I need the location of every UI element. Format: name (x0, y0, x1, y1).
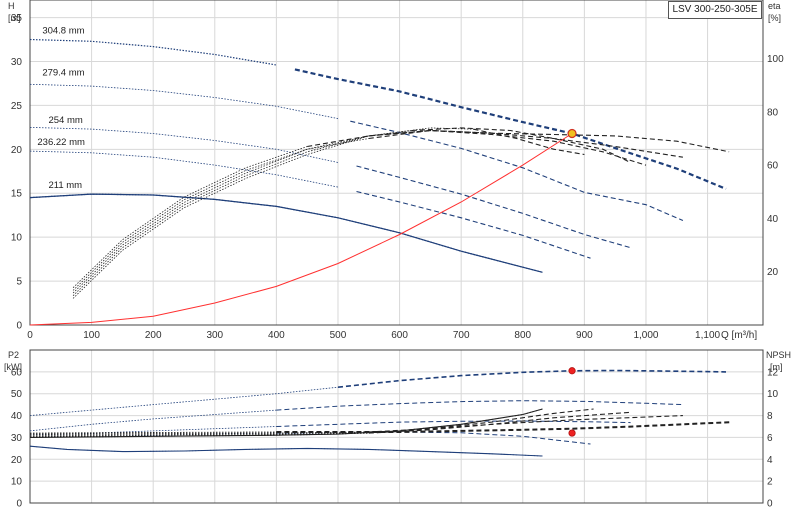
npsh-tick-label: 10 (767, 389, 779, 400)
power-y-tick-label: 50 (11, 389, 23, 400)
x-tick-label: 600 (391, 330, 408, 341)
npsh-axis-title: NPSH (766, 350, 791, 360)
x-tick-label: 400 (268, 330, 285, 341)
x-tick-label: 1,100 (695, 330, 720, 341)
head-curve-line (29, 193, 543, 273)
eta-curve-dashed-line (411, 127, 631, 163)
head-y-axis-title: H (8, 1, 15, 11)
eta-curve-line (72, 146, 308, 288)
npsh-tick-label: 4 (767, 455, 773, 466)
panel-frames (29, 0, 764, 504)
eta-curve-line (72, 127, 474, 299)
x-tick-label: 1,000 (633, 330, 658, 341)
head-curve-dashed-line (294, 68, 727, 190)
system-curve (29, 133, 573, 326)
power-curve-dashed-line (337, 369, 727, 388)
eta-tick-label: 80 (767, 107, 779, 118)
power-curve-line (29, 386, 339, 416)
power-curve-dashed-line (276, 400, 683, 411)
head-panel-frame (29, 0, 764, 326)
power-npsh-curves (29, 367, 733, 457)
head-curve-label: 254 mm (48, 115, 82, 126)
head-y-tick-label: 5 (16, 277, 22, 288)
x-tick-label: 0 (27, 330, 33, 341)
head-y-tick-label: 30 (11, 57, 23, 68)
power-curve-211-solid (29, 445, 543, 457)
power-y-axis-unit: [kW] (4, 362, 22, 372)
npsh-curve-line (29, 431, 277, 434)
x-tick-label: 800 (514, 330, 531, 341)
eta-tick-label: 100 (767, 54, 784, 65)
head-curve-line (29, 83, 339, 119)
head-curve-label: 304.8 mm (42, 25, 84, 36)
eta-curve-dashed-line (307, 129, 730, 153)
power-y-tick-label: 40 (11, 411, 23, 422)
duty-point-marker (567, 128, 577, 139)
eta-curve-line (72, 138, 369, 291)
head-curve-label: 211 mm (48, 180, 82, 191)
pump-performance-chart: 0 100 200 300 400 500 600 700 800 900 1,000 1,10005… (4, 0, 791, 510)
npsh-tick-label: 0 (767, 499, 773, 510)
head-y-tick-label: 0 (16, 321, 22, 332)
x-tick-label: 200 (145, 330, 162, 341)
npsh-duty-point (568, 429, 576, 437)
eta-axis-title: eta (768, 1, 781, 11)
eta-axis-unit: [%] (768, 13, 781, 23)
head-curves (29, 38, 730, 326)
head-y-tick-label: 25 (11, 101, 23, 112)
head-y-tick-label: 10 (11, 233, 23, 244)
pump-model-label: LSV 300-250-305E (668, 1, 762, 19)
eta-tick-label: 60 (767, 161, 779, 172)
power-y-tick-label: 0 (16, 499, 22, 510)
x-axis-label: Q [m³/h] (721, 330, 757, 341)
head-curve-dashed-line (356, 190, 591, 259)
head-curve-label: 236.22 mm (37, 137, 85, 148)
head-curve-dashed-line (350, 120, 684, 222)
power-duty-point (568, 367, 576, 375)
x-tick-label: 700 (453, 330, 470, 341)
power-curve-dashed-line (276, 431, 591, 445)
head-y-tick-label: 20 (11, 145, 23, 156)
head-y-tick-label: 15 (11, 189, 23, 200)
eta-curve-dashed-line (368, 129, 683, 158)
power-y-axis-title: P2 (8, 350, 19, 360)
power-y-tick-label: 20 (11, 455, 23, 466)
x-tick-label: 900 (576, 330, 593, 341)
npsh-tick-label: 2 (767, 477, 773, 488)
head-curve-211-solid (29, 193, 543, 273)
head-y-axis-unit: [m] (8, 13, 21, 23)
x-tick-label: 300 (206, 330, 223, 341)
npsh-tick-label: 8 (767, 411, 773, 422)
head-grid (29, 0, 763, 326)
x-tick-label: 500 (330, 330, 347, 341)
head-curve-label: 279.4 mm (42, 68, 84, 79)
x-tick-label: 100 (83, 330, 100, 341)
eta-tick-label: 40 (767, 214, 779, 225)
npsh-axis-unit: [m] (770, 362, 783, 372)
eta-tick-label: 20 (767, 267, 779, 278)
power-y-tick-label: 10 (11, 477, 23, 488)
npsh-tick-label: 6 (767, 433, 773, 444)
curve-labels: 304.8 mm 279.4 mm 254 mm 236.22 mm 211 mm (37, 25, 85, 191)
eta-curve-line (72, 135, 369, 294)
power-y-tick-label: 30 (11, 433, 23, 444)
